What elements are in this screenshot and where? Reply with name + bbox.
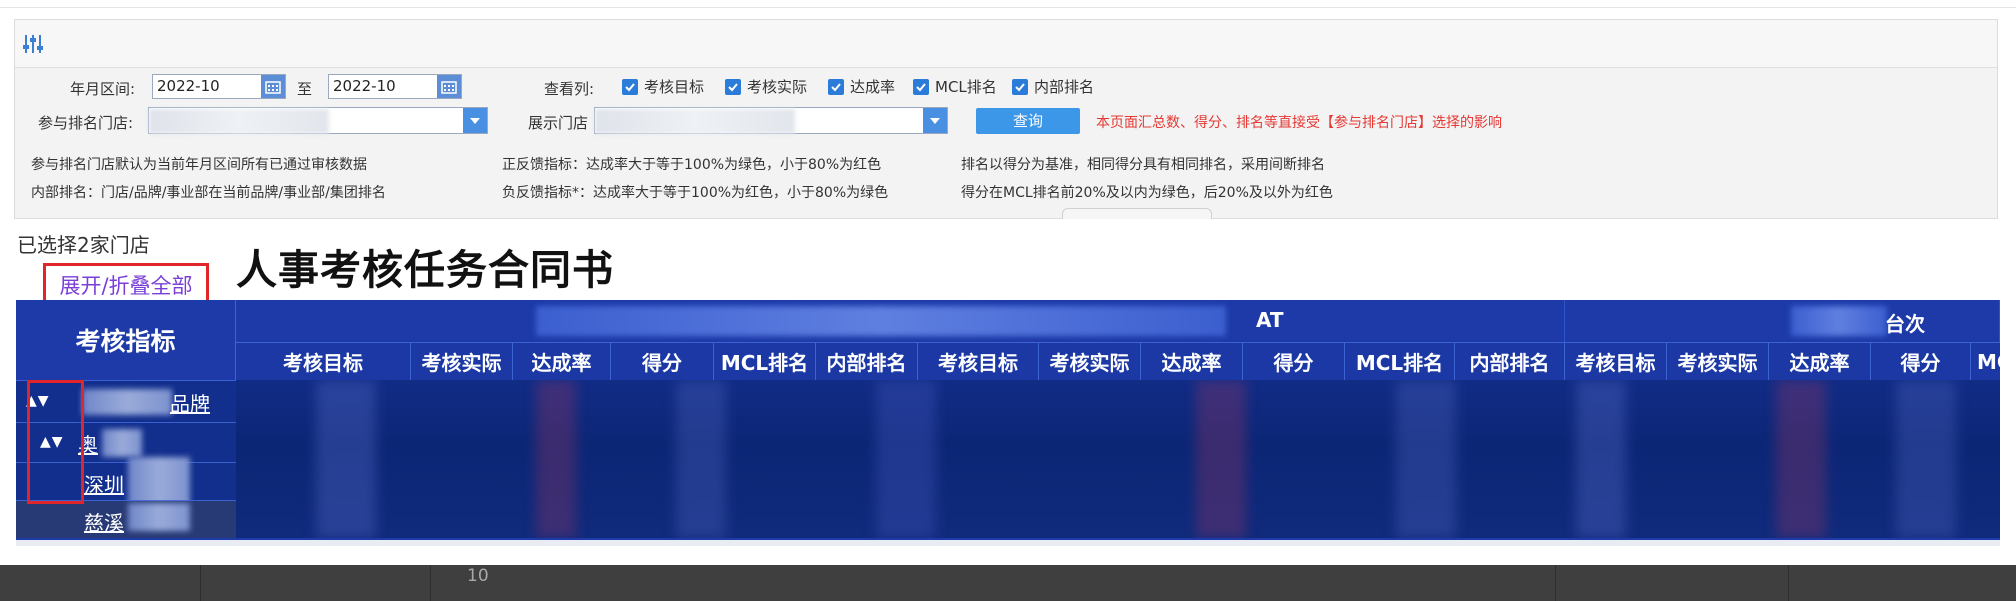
checkbox-actual[interactable]: 考核实际 — [725, 76, 807, 97]
calendar-icon[interactable] — [437, 75, 461, 98]
group-header-suffix: 台次 — [1885, 312, 1925, 336]
page-title: 人事考核任务合同书 — [236, 246, 614, 294]
to-label: 至 — [297, 80, 313, 98]
checkbox-checked-icon — [828, 78, 844, 95]
note-negative-feedback: 负反馈指标*：达成率大于等于100%为红色，小于80%为绿色 — [502, 185, 889, 201]
note-positive-feedback: 正反馈指标：达成率大于等于100%为绿色，小于80%为红色 — [502, 157, 882, 173]
display-store-label: 展示门店 — [528, 114, 589, 132]
calendar-icon[interactable] — [261, 75, 285, 98]
display-store-select[interactable] — [594, 107, 948, 134]
redacted-group-name — [536, 306, 1226, 336]
page-number: 10 — [467, 566, 489, 586]
col-internal-rank[interactable]: 内部排名 — [1455, 342, 1565, 380]
checkbox-label: MCL排名 — [935, 78, 997, 96]
col-target[interactable]: 考核目标 — [236, 342, 411, 380]
bottom-bar — [0, 565, 2016, 601]
col-target[interactable]: 考核目标 — [918, 342, 1039, 380]
redacted-value — [595, 109, 795, 134]
selected-store-count: 已选择2家门店 — [17, 233, 150, 257]
panel-toolbar — [15, 20, 1997, 68]
col-mcl-rank[interactable]: MCI — [1971, 342, 2000, 380]
tree-row-label[interactable]: 深圳 — [84, 469, 124, 498]
note-ranking-basis: 排名以得分为基准，相同得分具有相同排名，采用间断排名 — [961, 157, 1325, 173]
col-target[interactable]: 考核目标 — [1565, 342, 1667, 380]
note-score-color: 得分在MCL排名前20%及以内为绿色，后20%及以外为红色 — [961, 185, 1333, 201]
checkbox-internal-rank[interactable]: 内部排名 — [1012, 76, 1094, 97]
panel-collapse-tab[interactable] — [1062, 208, 1212, 219]
note-internal-ranking: 内部排名：门店/品牌/事业部在当前品牌/事业部/集团排名 — [31, 185, 386, 201]
assessment-table: 考核指标 AT 台次 考核目标 考核实际 达成率 得分 MCL排名 内部排名 考… — [16, 300, 2000, 546]
date-to-value: 2022-10 — [333, 77, 396, 95]
tree-row-label[interactable]: 品牌 — [170, 388, 210, 417]
redacted-group-name — [1791, 306, 1887, 336]
note-participating-default: 参与排名门店默认为当前年月区间所有已通过审核数据 — [31, 157, 367, 173]
checkbox-checked-icon — [913, 78, 929, 95]
col-actual[interactable]: 考核实际 — [1667, 342, 1769, 380]
redacted-name — [102, 429, 142, 457]
tree-row-label[interactable]: 慈溪 — [84, 507, 124, 536]
checkbox-mcl-rank[interactable]: MCL排名 — [913, 76, 997, 97]
participating-store-label: 参与排名门店: — [38, 114, 134, 132]
group-header-suffix: AT — [1256, 308, 1284, 332]
col-internal-rank[interactable]: 内部排名 — [816, 342, 918, 380]
top-strip — [0, 0, 2016, 8]
participating-store-select[interactable] — [148, 107, 488, 134]
page: 年月区间: 2022-10 至 2022-10 查看列: 考核目标 考核实际 达… — [0, 0, 2016, 601]
col-mcl-rank[interactable]: MCL排名 — [1345, 342, 1455, 380]
query-button[interactable]: 查询 — [976, 108, 1080, 134]
col-actual[interactable]: 考核实际 — [411, 342, 513, 380]
date-from-value: 2022-10 — [157, 77, 220, 95]
col-rate[interactable]: 达成率 — [513, 342, 611, 380]
header-assessment-indicator: 考核指标 — [16, 300, 236, 380]
checkbox-checked-icon — [622, 78, 638, 95]
group-header-1: AT — [236, 300, 1565, 342]
date-to-input[interactable]: 2022-10 — [328, 74, 462, 99]
settings-sliders-icon[interactable] — [19, 30, 47, 58]
table-body — [16, 380, 2000, 538]
col-rate[interactable]: 达成率 — [1769, 342, 1871, 380]
tree-arrows-highlight — [27, 380, 84, 504]
col-mcl-rank[interactable]: MCL排名 — [714, 342, 816, 380]
checkbox-label: 达成率 — [850, 78, 896, 96]
warning-text: 本页面汇总数、得分、排名等直接受【参与排名门店】选择的影响 — [1096, 115, 1502, 131]
checkbox-target[interactable]: 考核目标 — [622, 76, 704, 97]
group-header-2: 台次 — [1565, 300, 2000, 342]
tree-row-store: 慈溪 — [16, 500, 236, 538]
col-rate[interactable]: 达成率 — [1141, 342, 1243, 380]
redacted-name — [82, 389, 172, 415]
col-actual[interactable]: 考核实际 — [1039, 342, 1141, 380]
expand-collapse-all-label: 展开/折叠全部 — [59, 274, 193, 298]
redacted-value — [149, 109, 329, 134]
chevron-down-icon[interactable] — [463, 108, 487, 133]
period-label: 年月区间: — [70, 80, 136, 98]
table-bottom-edge — [16, 538, 2000, 546]
checkbox-checked-icon — [725, 78, 741, 95]
checkbox-checked-icon — [1012, 78, 1028, 95]
chevron-down-icon[interactable] — [923, 108, 947, 133]
checkbox-rate[interactable]: 达成率 — [828, 76, 895, 97]
col-score[interactable]: 得分 — [1871, 342, 1971, 380]
checkbox-label: 内部排名 — [1034, 78, 1095, 96]
checkbox-label: 考核目标 — [644, 78, 705, 96]
view-columns-label: 查看列: — [544, 80, 595, 98]
col-score[interactable]: 得分 — [611, 342, 714, 380]
checkbox-label: 考核实际 — [747, 78, 808, 96]
date-from-input[interactable]: 2022-10 — [152, 74, 286, 99]
col-score[interactable]: 得分 — [1243, 342, 1345, 380]
redacted-name — [128, 503, 190, 531]
